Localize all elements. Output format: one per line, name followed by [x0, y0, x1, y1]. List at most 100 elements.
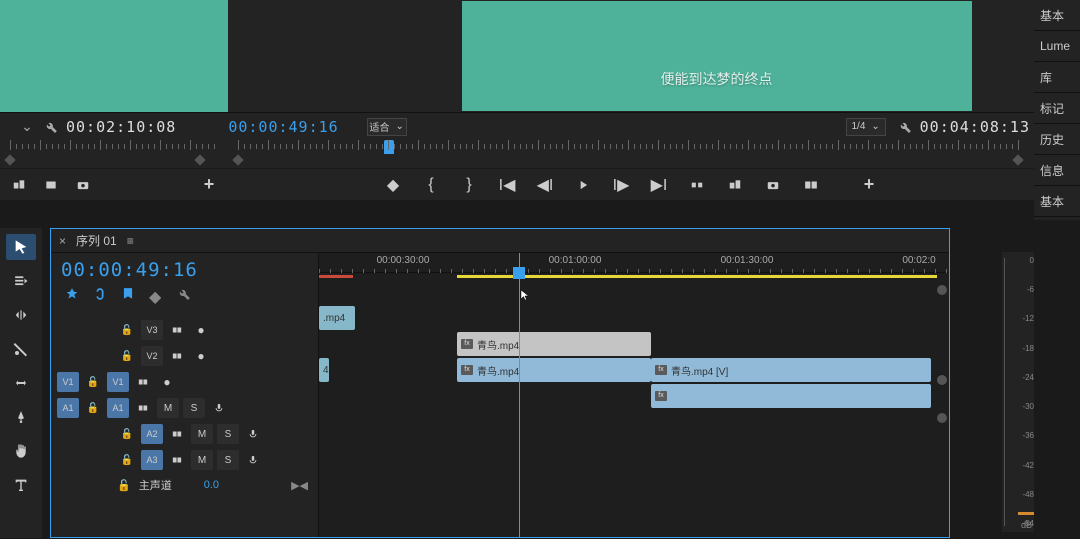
step-back-icon[interactable]: ◀I [536, 176, 554, 194]
track-label-a2[interactable]: A2 [141, 424, 163, 444]
slip-tool-icon[interactable] [6, 370, 36, 396]
insert-button[interactable] [10, 176, 28, 194]
solo-button[interactable]: S [217, 450, 239, 470]
tab-basic2[interactable]: 基本 [1034, 186, 1080, 217]
scroll-handle[interactable] [937, 285, 947, 295]
linked-selection-icon[interactable] [93, 287, 109, 303]
wrench-icon-2[interactable] [896, 118, 914, 136]
play-icon[interactable] [574, 176, 592, 194]
solo-button[interactable]: S [183, 398, 205, 418]
scroll-handle[interactable] [937, 413, 947, 423]
lock-icon[interactable]: 🔓 [117, 424, 137, 444]
timeline-ruler[interactable]: 00:00:30:00 00:01:00:00 00:01:30:00 00:0… [319, 253, 949, 273]
track-header-a2[interactable]: 🔓 A2 M S [51, 421, 318, 447]
eye-icon[interactable] [191, 320, 211, 340]
voice-over-icon[interactable] [243, 424, 263, 444]
panel-menu-icon[interactable]: ≡ [127, 234, 134, 248]
step-forward-icon[interactable]: I▶ [612, 176, 630, 194]
track-label-a1[interactable]: A1 [107, 398, 129, 418]
export-frame-icon[interactable] [764, 176, 782, 194]
zoom-fit-dropdown[interactable]: 适合 ⌄ [367, 118, 407, 136]
duration-timecode[interactable]: 00:04:08:13 [920, 118, 1030, 136]
collapse-icon[interactable]: ▶◀ [291, 479, 308, 492]
timeline-clips-area[interactable]: 00:00:30:00 00:01:00:00 00:01:30:00 00:0… [319, 253, 949, 537]
source-patch-a1[interactable]: A1 [57, 398, 79, 418]
track-header-v2[interactable]: 🔓 V2 [51, 343, 318, 369]
wrench-icon[interactable] [42, 118, 60, 136]
lock-icon[interactable]: 🔓 [117, 450, 137, 470]
tab-info[interactable]: 信息 [1034, 155, 1080, 186]
add-button-right[interactable]: + [860, 176, 878, 194]
source-monitor[interactable] [0, 0, 228, 112]
track-header-a1[interactable]: A1 🔓 A1 M S [51, 395, 318, 421]
playhead-miniruler[interactable] [384, 140, 394, 154]
overwrite-button[interactable] [42, 176, 60, 194]
lock-icon[interactable]: 🔓 [83, 398, 103, 418]
lock-icon[interactable]: 🔓 [117, 346, 137, 366]
tab-basic[interactable]: 基本 [1034, 0, 1080, 31]
clip-v1b[interactable]: fx青鸟.mp4 [457, 358, 651, 382]
tab-markers[interactable]: 标记 [1034, 93, 1080, 124]
mute-button[interactable]: M [191, 424, 213, 444]
eye-icon[interactable] [191, 346, 211, 366]
lift-icon[interactable] [688, 176, 706, 194]
sequence-name[interactable]: 序列 01 [76, 232, 117, 249]
toggle-sync-icon[interactable] [133, 398, 153, 418]
snap-icon[interactable] [65, 287, 81, 303]
track-header-v3[interactable]: 🔓 V3 [51, 317, 318, 343]
extract-icon[interactable] [726, 176, 744, 194]
track-header-v1[interactable]: V1 🔓 V1 [51, 369, 318, 395]
lock-icon[interactable]: 🔓 [117, 320, 137, 340]
ripple-tool-icon[interactable] [6, 302, 36, 328]
tab-history[interactable]: 历史 [1034, 124, 1080, 155]
selection-tool-icon[interactable] [6, 234, 36, 260]
wrench-timeline-icon[interactable] [177, 287, 193, 303]
program-monitor[interactable]: 便能到达梦的终点 [462, 1, 972, 111]
tab-library[interactable]: 库 [1034, 62, 1080, 93]
clip-v2[interactable]: fx青鸟.mp4 [457, 332, 651, 356]
track-label-a3[interactable]: A3 [141, 450, 163, 470]
clip-a1[interactable]: fx [651, 384, 931, 408]
program-miniruler[interactable] [228, 140, 1034, 168]
toggle-sync-icon[interactable] [167, 424, 187, 444]
close-icon[interactable]: × [59, 234, 66, 248]
scroll-handle[interactable] [937, 375, 947, 385]
track-select-tool-icon[interactable] [6, 268, 36, 294]
clip-v1a[interactable]: 4 [319, 358, 329, 382]
master-value[interactable]: 0.0 [204, 479, 219, 491]
eye-icon[interactable] [157, 372, 177, 392]
go-to-in-icon[interactable]: I◀ [498, 176, 516, 194]
out-point-icon[interactable]: } [460, 176, 478, 194]
toggle-sync-icon[interactable] [133, 372, 153, 392]
track-label-v3[interactable]: V3 [141, 320, 163, 340]
add-button-left[interactable]: + [200, 176, 218, 194]
mute-button[interactable]: M [191, 450, 213, 470]
toggle-sync-icon[interactable] [167, 450, 187, 470]
settings-icon[interactable]: ◆ [149, 287, 165, 303]
razor-tool-icon[interactable] [6, 336, 36, 362]
timeline-timecode[interactable]: 00:00:49:16 [51, 253, 318, 283]
clip-v3[interactable]: .mp4 [319, 306, 355, 330]
track-label-v2[interactable]: V2 [141, 346, 163, 366]
master-track-row[interactable]: 🔓 主声道 0.0 ▶◀ [51, 473, 318, 497]
track-label-v1[interactable]: V1 [107, 372, 129, 392]
go-to-out-icon[interactable]: ▶I [650, 176, 668, 194]
resolution-dropdown[interactable]: 1/4 ⌄ [846, 118, 886, 136]
clip-v1c[interactable]: fx青鸟.mp4 [V] [651, 358, 931, 382]
track-header-a3[interactable]: 🔓 A3 M S [51, 447, 318, 473]
mute-button[interactable]: M [157, 398, 179, 418]
pen-tool-icon[interactable] [6, 404, 36, 430]
toggle-sync-icon[interactable] [167, 320, 187, 340]
source-miniruler[interactable] [0, 140, 228, 168]
snapshot-button[interactable] [74, 176, 92, 194]
in-point-icon[interactable]: { [422, 176, 440, 194]
tab-lumetri[interactable]: Lume [1034, 31, 1080, 62]
source-timecode[interactable]: 00:02:10:08 [66, 118, 176, 136]
marker-icon[interactable] [121, 287, 137, 303]
toggle-sync-icon[interactable] [167, 346, 187, 366]
chevron-down-icon[interactable]: ⌄ [18, 118, 36, 136]
source-patch-v1[interactable]: V1 [57, 372, 79, 392]
hand-tool-icon[interactable] [6, 438, 36, 464]
type-tool-icon[interactable] [6, 472, 36, 498]
lock-icon[interactable]: 🔓 [83, 372, 103, 392]
